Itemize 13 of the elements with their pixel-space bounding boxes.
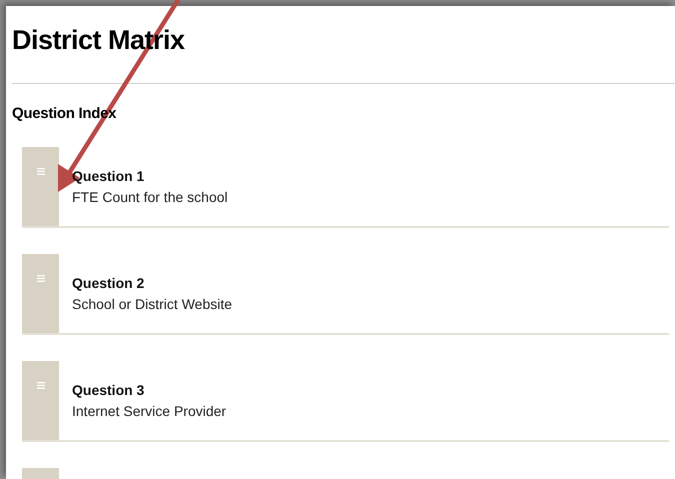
question-label: Question 2 xyxy=(72,274,146,292)
menu-icon xyxy=(36,382,44,389)
drag-handle[interactable] xyxy=(22,361,59,440)
question-description: Internet Service Provider xyxy=(72,402,226,420)
question-description: FTE Count for the school xyxy=(72,188,228,206)
drag-handle[interactable] xyxy=(22,147,59,226)
question-description: School or District Website xyxy=(72,295,232,313)
menu-icon xyxy=(36,275,44,282)
question-card[interactable]: Question 3 Internet Service Provider xyxy=(22,361,669,442)
drag-handle[interactable] xyxy=(22,254,59,333)
menu-icon xyxy=(36,168,44,175)
question-label: Question 3 xyxy=(72,381,146,399)
question-card[interactable]: Question 2 School or District Website xyxy=(22,254,669,335)
